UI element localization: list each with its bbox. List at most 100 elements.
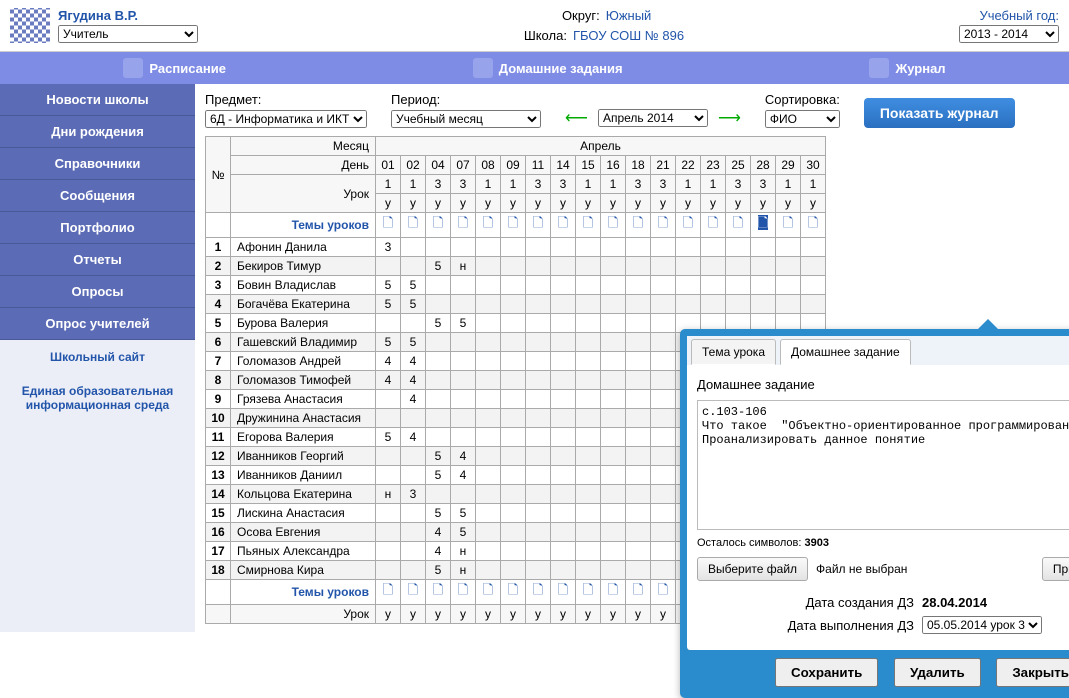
close-button[interactable]: Закрыть — [996, 658, 1069, 687]
mark-cell[interactable] — [551, 466, 576, 485]
mark-cell[interactable] — [401, 447, 426, 466]
mark-cell[interactable] — [451, 428, 476, 447]
mark-cell[interactable] — [776, 295, 801, 314]
document-icon[interactable]: 🗋 — [483, 215, 493, 230]
mark-cell[interactable] — [526, 485, 551, 504]
mark-cell[interactable]: н — [451, 561, 476, 580]
mark-cell[interactable] — [451, 333, 476, 352]
mark-cell[interactable] — [551, 390, 576, 409]
sidebar-item-portfolio[interactable]: Портфолио — [0, 212, 195, 244]
mark-cell[interactable] — [476, 352, 501, 371]
mark-cell[interactable]: 5 — [376, 276, 401, 295]
mark-cell[interactable] — [401, 466, 426, 485]
mark-cell[interactable] — [751, 295, 776, 314]
document-icon[interactable]: 🗋 — [608, 215, 618, 230]
mark-cell[interactable] — [551, 542, 576, 561]
mark-cell[interactable] — [501, 238, 526, 257]
mark-cell[interactable] — [526, 276, 551, 295]
attach-file-button[interactable]: Прикрепить файл — [1042, 557, 1069, 581]
mark-cell[interactable] — [526, 314, 551, 333]
mark-cell[interactable] — [601, 409, 626, 428]
mark-cell[interactable] — [601, 352, 626, 371]
mark-cell[interactable] — [601, 276, 626, 295]
mark-cell[interactable] — [526, 409, 551, 428]
mark-cell[interactable] — [526, 352, 551, 371]
mark-cell[interactable]: 5 — [451, 314, 476, 333]
mark-cell[interactable] — [376, 542, 401, 561]
mark-cell[interactable] — [426, 295, 451, 314]
mark-cell[interactable] — [551, 238, 576, 257]
mark-cell[interactable] — [801, 238, 826, 257]
mark-cell[interactable] — [376, 314, 401, 333]
mark-cell[interactable] — [476, 314, 501, 333]
mark-cell[interactable] — [476, 447, 501, 466]
mark-cell[interactable] — [651, 409, 676, 428]
mark-cell[interactable] — [701, 295, 726, 314]
mark-cell[interactable] — [576, 352, 601, 371]
mark-cell[interactable] — [576, 295, 601, 314]
mark-cell[interactable] — [651, 371, 676, 390]
mark-cell[interactable] — [651, 276, 676, 295]
mark-cell[interactable] — [601, 504, 626, 523]
mark-cell[interactable] — [701, 276, 726, 295]
mark-cell[interactable] — [676, 276, 701, 295]
mark-cell[interactable] — [451, 295, 476, 314]
mark-cell[interactable] — [726, 238, 751, 257]
mark-cell[interactable]: 5 — [401, 333, 426, 352]
mark-cell[interactable] — [576, 561, 601, 580]
mark-cell[interactable] — [551, 333, 576, 352]
mark-cell[interactable] — [651, 523, 676, 542]
mark-cell[interactable]: 3 — [376, 238, 401, 257]
mark-cell[interactable] — [501, 542, 526, 561]
mark-cell[interactable] — [426, 390, 451, 409]
role-select[interactable]: Учитель — [58, 25, 198, 43]
mark-cell[interactable] — [501, 561, 526, 580]
mark-cell[interactable] — [476, 523, 501, 542]
mark-cell[interactable] — [551, 561, 576, 580]
mark-cell[interactable] — [526, 333, 551, 352]
mark-cell[interactable] — [476, 561, 501, 580]
sidebar-item-birthdays[interactable]: Дни рождения — [0, 116, 195, 148]
mark-cell[interactable] — [501, 257, 526, 276]
mark-cell[interactable] — [551, 352, 576, 371]
document-icon[interactable]: 🗋 — [708, 215, 718, 230]
mark-cell[interactable] — [601, 371, 626, 390]
document-icon[interactable]: 🗋 — [408, 215, 418, 230]
mark-cell[interactable] — [501, 352, 526, 371]
mark-cell[interactable] — [376, 523, 401, 542]
mark-cell[interactable] — [526, 390, 551, 409]
mark-cell[interactable] — [601, 485, 626, 504]
mark-cell[interactable] — [376, 390, 401, 409]
document-icon[interactable]: 🗋 — [408, 582, 418, 597]
mark-cell[interactable] — [651, 504, 676, 523]
mark-cell[interactable] — [476, 333, 501, 352]
mark-cell[interactable]: 4 — [401, 352, 426, 371]
mark-cell[interactable] — [801, 295, 826, 314]
mark-cell[interactable] — [551, 428, 576, 447]
document-icon[interactable]: 🗋 — [683, 215, 693, 230]
mark-cell[interactable] — [651, 428, 676, 447]
mark-cell[interactable] — [726, 276, 751, 295]
document-icon[interactable]: 🗋 — [808, 215, 818, 230]
mark-cell[interactable] — [526, 428, 551, 447]
mark-cell[interactable]: 5 — [401, 276, 426, 295]
mark-cell[interactable] — [601, 542, 626, 561]
mark-cell[interactable] — [526, 523, 551, 542]
sort-select[interactable]: ФИО — [765, 110, 840, 128]
mark-cell[interactable]: 4 — [401, 371, 426, 390]
mark-cell[interactable] — [601, 238, 626, 257]
mark-cell[interactable] — [651, 352, 676, 371]
mark-cell[interactable] — [551, 371, 576, 390]
mark-cell[interactable]: н — [376, 485, 401, 504]
mark-cell[interactable] — [401, 409, 426, 428]
mark-cell[interactable]: 5 — [401, 295, 426, 314]
document-icon[interactable]: 🗋 — [383, 215, 393, 230]
mark-cell[interactable] — [576, 257, 601, 276]
mark-cell[interactable] — [751, 276, 776, 295]
mark-cell[interactable] — [551, 276, 576, 295]
mark-cell[interactable] — [476, 542, 501, 561]
sidebar-item-messages[interactable]: Сообщения — [0, 180, 195, 212]
mark-cell[interactable] — [526, 295, 551, 314]
mark-cell[interactable] — [501, 466, 526, 485]
document-icon[interactable]: 🗋 — [558, 215, 568, 230]
